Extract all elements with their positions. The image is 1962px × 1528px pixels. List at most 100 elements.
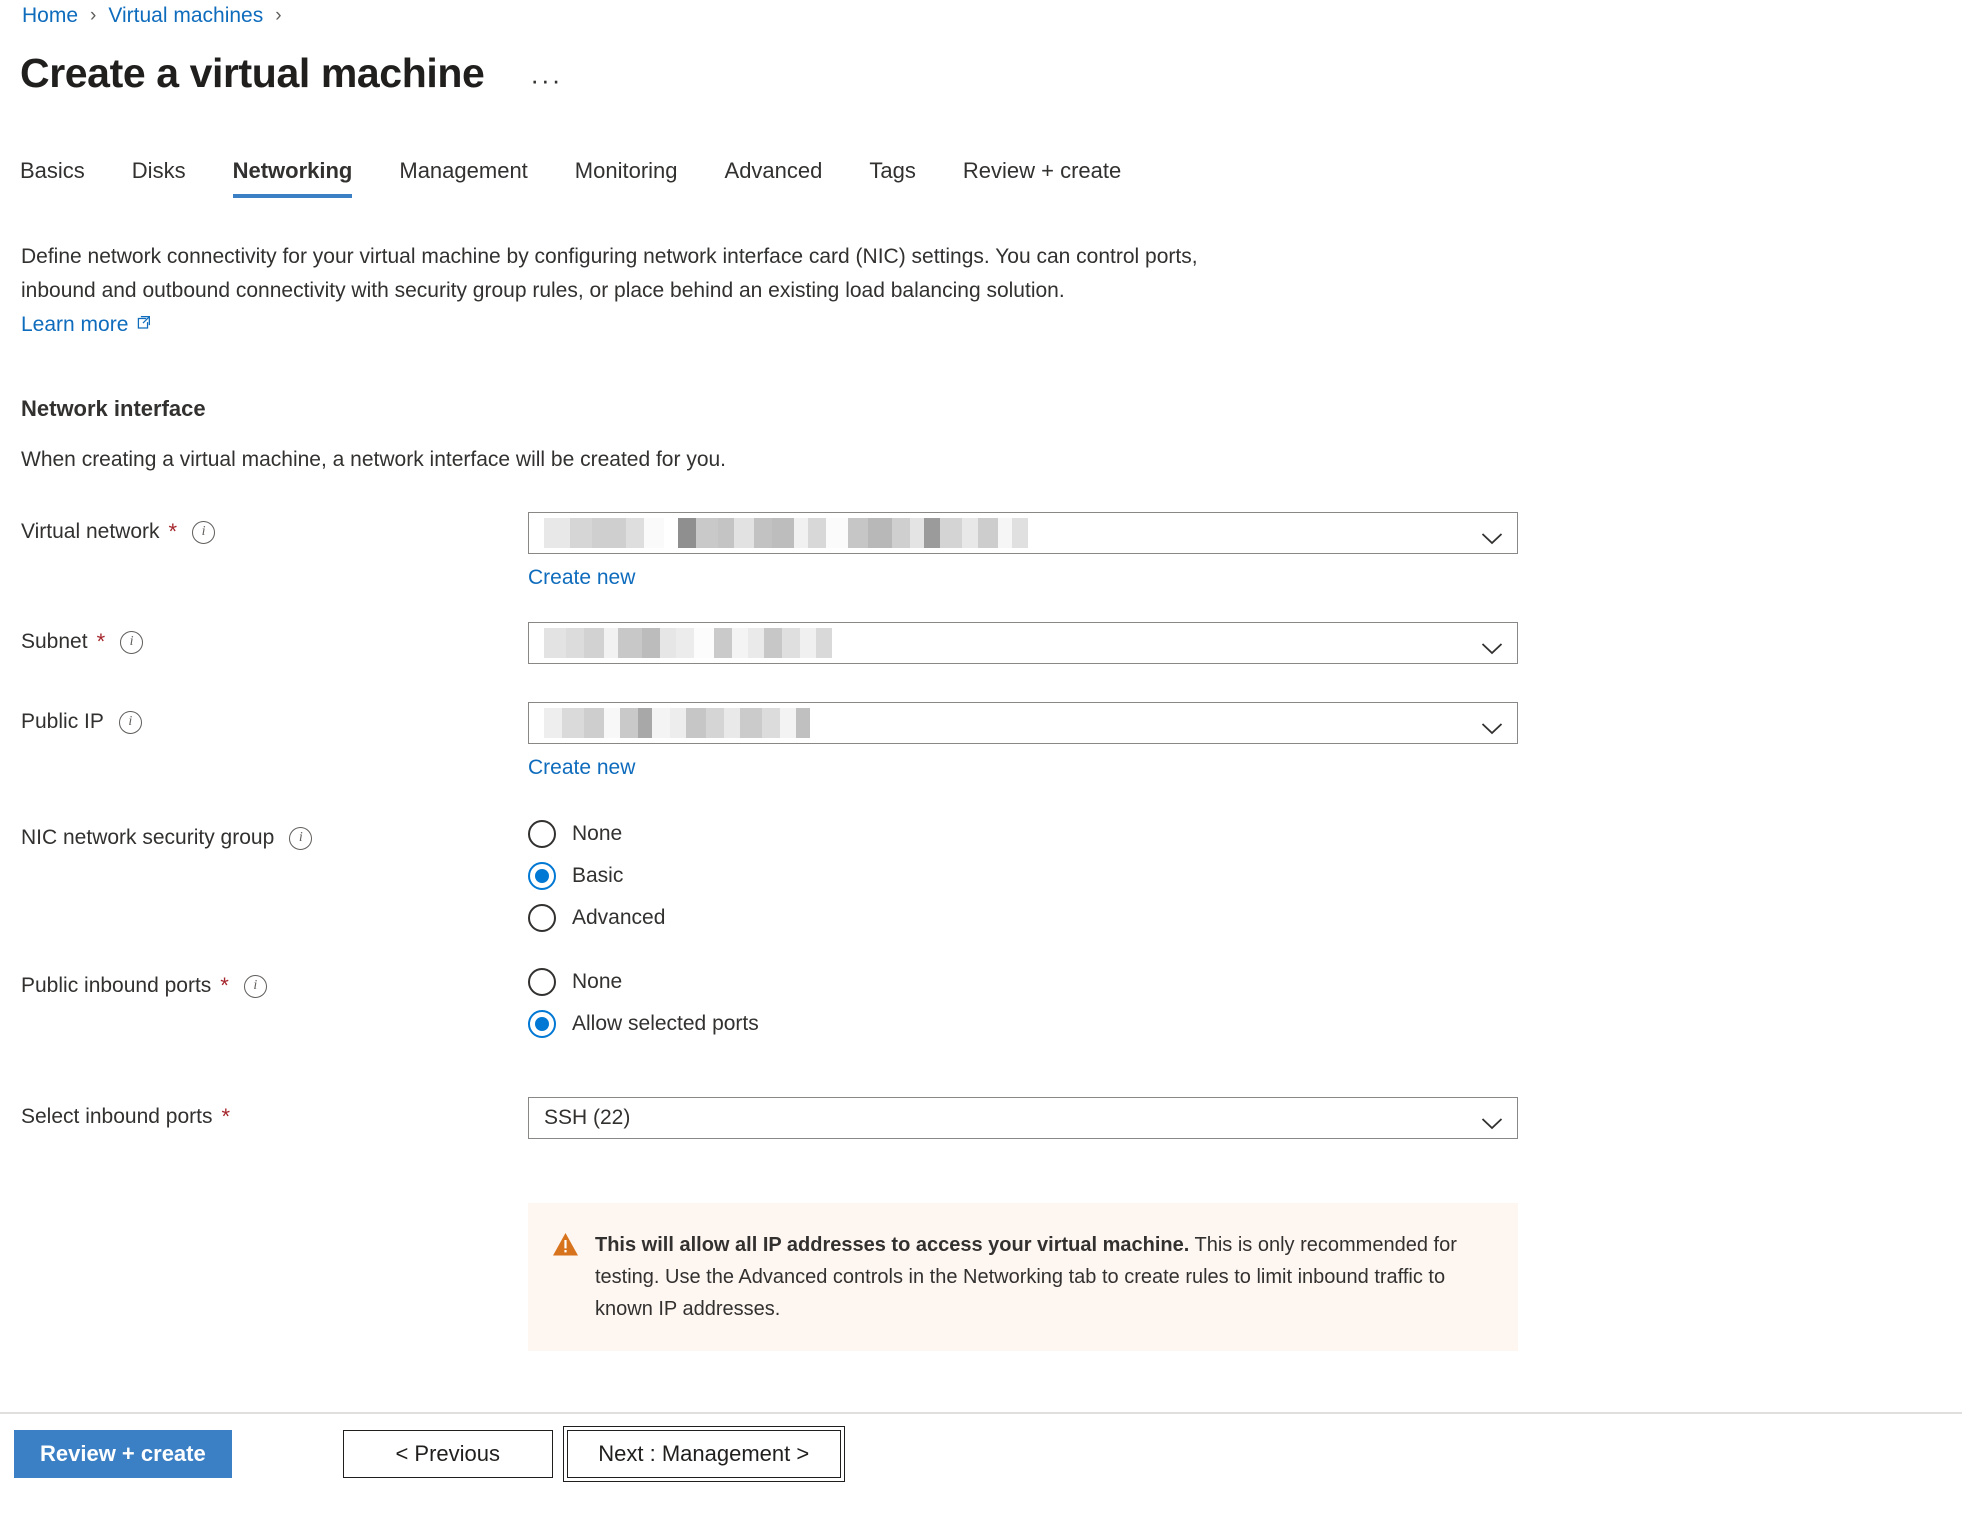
required-asterisk: * [221,1104,231,1129]
public-inbound-ports-option-allow-selected-label: Allow selected ports [572,1012,759,1035]
tab-basics[interactable]: Basics [20,158,85,198]
info-icon[interactable]: i [118,710,142,734]
radio-icon[interactable] [528,904,556,932]
page-title: Create a virtual machine [20,50,485,96]
next-management-button[interactable]: Next : Management > [562,1426,845,1482]
nic-nsg-option-none-label: None [572,822,623,845]
chevron-down-icon [1481,637,1503,654]
row-public-inbound-ports: Public inbound ports * i None Allow sele… [0,960,1962,1097]
section-title-network-interface: Network interface [21,396,206,421]
label-subnet-text: Subnet [21,630,88,653]
field-subnet [528,622,1518,664]
info-icon[interactable]: i [289,826,313,850]
previous-button[interactable]: < Previous [342,1430,553,1478]
tab-disks[interactable]: Disks [132,158,186,198]
intro-text: Define network connectivity for your vir… [21,240,1521,342]
tab-advanced[interactable]: Advanced [725,158,823,198]
subnet-value-redacted [544,628,832,658]
info-icon[interactable]: i [192,520,216,544]
tab-networking[interactable]: Networking [232,158,352,198]
more-options-icon[interactable]: ··· [530,54,562,93]
inbound-ports-warning-banner: This will allow all IP addresses to acce… [528,1203,1518,1351]
nic-nsg-radio-group: None Basic Advanced [528,812,1518,939]
breadcrumb: Home › Virtual machines › [22,2,294,30]
public-ip-create-new-link[interactable]: Create new [528,755,635,781]
row-public-ip: Public IP i Create new [0,702,1962,812]
tab-monitoring[interactable]: Monitoring [575,158,678,198]
chevron-down-icon [1481,1112,1503,1129]
chevron-down-icon [1481,527,1503,544]
field-select-inbound-ports: SSH (22) [528,1097,1518,1139]
intro-line-1: Define network connectivity for your vir… [21,245,1198,268]
breadcrumb-separator: › [90,5,97,26]
field-public-ip: Create new [528,702,1518,781]
learn-more-label: Learn more [21,313,129,336]
nic-nsg-option-advanced-label: Advanced [572,906,666,929]
subnet-dropdown[interactable] [528,622,1518,664]
warning-triangle-icon [552,1232,579,1325]
footer-divider [0,1412,1962,1414]
row-nic-network-security-group: NIC network security group i None Basic … [0,812,1962,960]
page-header: Create a virtual machine ··· [20,48,562,98]
review-create-button[interactable]: Review + create [14,1430,232,1478]
row-select-inbound-ports: Select inbound ports * SSH (22) [0,1097,1962,1159]
warning-strong-text: This will allow all IP addresses to acce… [595,1234,1190,1256]
required-asterisk: * [96,629,106,654]
label-select-inbound-ports: Select inbound ports * [0,1097,400,1131]
public-inbound-ports-option-allow-selected[interactable]: Allow selected ports [528,1003,1518,1045]
label-nic-network-security-group: NIC network security group i [0,812,400,852]
radio-icon[interactable] [528,968,556,996]
wizard-footer: Review + create < Previous Next : Manage… [0,1426,1962,1482]
warning-text: This will allow all IP addresses to acce… [595,1229,1492,1325]
breadcrumb-item-home[interactable]: Home [22,2,78,30]
nic-nsg-option-advanced[interactable]: Advanced [528,897,1518,939]
tab-review-create[interactable]: Review + create [963,158,1121,198]
public-ip-value-redacted [544,708,810,738]
label-public-inbound-ports-text: Public inbound ports [21,974,212,997]
nic-nsg-option-none[interactable]: None [528,813,1518,855]
section-description: When creating a virtual machine, a netwo… [21,448,727,471]
external-link-icon [135,308,152,342]
public-inbound-ports-radio-group: None Allow selected ports [528,960,1518,1045]
virtual-network-dropdown[interactable] [528,512,1518,554]
info-icon[interactable]: i [120,630,144,654]
virtual-network-create-new-link[interactable]: Create new [528,565,635,591]
radio-icon[interactable] [528,820,556,848]
required-asterisk: * [220,973,229,998]
public-ip-dropdown[interactable] [528,702,1518,744]
radio-icon-selected[interactable] [528,862,556,890]
public-inbound-ports-option-none-label: None [572,970,623,993]
chevron-down-icon [1481,717,1503,734]
networking-form: Virtual network * i Create new Subnet * … [0,512,1962,1351]
info-icon[interactable]: i [243,974,267,998]
row-virtual-network: Virtual network * i Create new [0,512,1962,622]
label-subnet: Subnet * i [0,622,400,656]
nic-nsg-option-basic[interactable]: Basic [528,855,1518,897]
tab-management[interactable]: Management [399,158,527,198]
row-warning: This will allow all IP addresses to acce… [0,1203,1962,1351]
tab-tags[interactable]: Tags [869,158,915,198]
label-public-inbound-ports: Public inbound ports * i [0,960,400,1000]
intro-line-2: inbound and outbound connectivity with s… [21,279,1065,302]
breadcrumb-item-virtual-machines[interactable]: Virtual machines [108,2,263,30]
label-public-ip: Public IP i [0,702,400,736]
select-inbound-ports-dropdown[interactable]: SSH (22) [528,1097,1518,1139]
label-virtual-network: Virtual network * i [0,512,400,546]
required-asterisk: * [168,519,178,544]
row-subnet: Subnet * i [0,622,1962,702]
nic-nsg-option-basic-label: Basic [572,864,624,887]
label-nic-nsg-text: NIC network security group [21,826,275,849]
label-select-inbound-ports-text: Select inbound ports [21,1105,213,1128]
label-virtual-network-text: Virtual network [21,520,160,543]
label-public-ip-text: Public IP [21,710,104,733]
learn-more-link[interactable]: Learn more [21,308,152,342]
select-inbound-ports-value: SSH (22) [544,1106,631,1129]
warning-spacer [0,1203,400,1209]
virtual-network-value-redacted [544,518,1028,548]
field-virtual-network: Create new [528,512,1518,591]
public-inbound-ports-option-none[interactable]: None [528,961,1518,1003]
wizard-tabs: Basics Disks Networking Management Monit… [20,158,1121,198]
field-warning: This will allow all IP addresses to acce… [528,1203,1518,1351]
breadcrumb-separator-2: › [275,5,282,26]
radio-icon-selected[interactable] [528,1010,556,1038]
